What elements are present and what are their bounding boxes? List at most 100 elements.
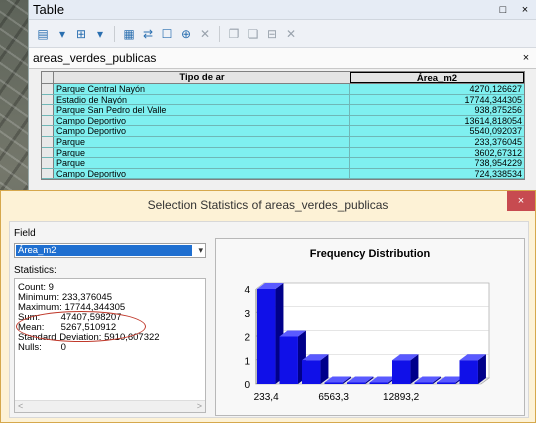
row-selector[interactable] xyxy=(42,115,54,126)
cell-tipo: Parque San Pedro del Valle xyxy=(54,105,350,115)
stat-key: Minimum: xyxy=(18,292,60,303)
table-options-icon[interactable]: ▤ xyxy=(35,26,51,42)
stats-horizontal-scrollbar[interactable]: < > xyxy=(15,400,205,412)
delete-field-icon[interactable]: ✕ xyxy=(283,26,299,42)
column-header-tipo[interactable]: Tipo de ar xyxy=(54,72,350,83)
table-window: Table □ × ▤ ▾ ⊞ ▾ ▦ ⇄ ☐ ⊕ ✕ ❐ ❏ ⊟ ✕ areas_verdes_pub… xyxy=(28,0,536,196)
stat-value: 9 xyxy=(48,282,54,293)
row-selector[interactable] xyxy=(42,158,54,168)
cell-area: 3602,67312 xyxy=(474,147,522,158)
x-tick-label: 12893,2 xyxy=(383,392,420,403)
stat-line: Count: 9 xyxy=(18,283,54,293)
cell-tipo: Parque Central Nayón xyxy=(54,84,350,94)
clear-selection-icon[interactable]: ☐ xyxy=(159,26,175,42)
bar xyxy=(302,360,321,384)
table-row[interactable]: Estadio de Nayón 17744,344305 xyxy=(42,94,524,106)
field-label: Field xyxy=(14,228,36,239)
field-selected-value: Área_m2 xyxy=(16,245,192,256)
stat-line: Nulls: 0 xyxy=(18,343,66,353)
restore-button[interactable]: □ xyxy=(492,4,514,16)
dialog-close-button[interactable]: × xyxy=(507,191,535,211)
cell-tipo: Campo Deportivo xyxy=(54,115,350,126)
chart-title: Frequency Distribution xyxy=(310,248,431,260)
select-by-attributes-icon[interactable]: ▦ xyxy=(121,26,137,42)
x-tick-label: 6563,3 xyxy=(318,392,349,403)
bar xyxy=(437,382,456,384)
stat-value: 233,376045 xyxy=(61,292,113,303)
table-header: Tipo de ar Área_m2 xyxy=(42,72,524,84)
x-tick-label: 233,4 xyxy=(254,392,279,403)
paste-icon[interactable]: ❏ xyxy=(245,26,261,42)
cell-tipo: Estadio de Nayón xyxy=(54,94,350,105)
cell-tipo: Parque xyxy=(54,158,350,168)
dropdown-icon[interactable]: ▾ xyxy=(54,26,70,42)
row-selector[interactable] xyxy=(42,147,54,158)
frequency-chart: Frequency Distribution 0 1 2 3 4 233,4 6563,3 12… xyxy=(244,248,490,403)
row-selector[interactable] xyxy=(42,94,54,105)
bar xyxy=(279,336,298,384)
table-window-titlebar[interactable]: Table □ × xyxy=(29,0,536,20)
table-row[interactable]: Parque 738,954229 xyxy=(42,158,524,169)
y-tick-label: 4 xyxy=(244,285,250,296)
row-selector[interactable] xyxy=(42,105,54,115)
bar xyxy=(392,360,411,384)
table-tab-label: areas_verdes_publicas xyxy=(33,51,157,65)
zoom-selected-icon[interactable]: ⊕ xyxy=(178,26,194,42)
delete-selected-icon[interactable]: ✕ xyxy=(197,26,213,42)
row-selector[interactable] xyxy=(42,136,54,147)
cell-tipo: Campo Deportivo xyxy=(54,126,350,136)
table-tab[interactable]: areas_verdes_publicas × xyxy=(29,48,536,69)
header-row-selector[interactable] xyxy=(42,72,54,83)
cell-area: 724,338534 xyxy=(474,168,522,179)
table-row[interactable]: Parque San Pedro del Valle 938,875256 xyxy=(42,105,524,116)
cell-area: 4270,126627 xyxy=(469,84,522,94)
stat-key: Nulls: xyxy=(18,342,42,353)
table-row[interactable]: Parque 3602,67312 xyxy=(42,147,524,159)
table-row[interactable]: Parque Central Nayón 4270,126627 xyxy=(42,84,524,95)
copy-icon[interactable]: ❐ xyxy=(226,26,242,42)
bar xyxy=(414,382,433,384)
sum-mean-highlight-ellipse xyxy=(16,311,146,342)
selection-statistics-dialog: Selection Statistics of areas_verdes_pub… xyxy=(0,190,536,423)
column-header-area[interactable]: Área_m2 xyxy=(350,72,524,84)
dropdown-icon-2[interactable]: ▾ xyxy=(92,26,108,42)
scroll-right-icon[interactable]: > xyxy=(197,401,202,412)
statistics-box: Nulls: 0 Standard Deviation: 5910,607322 M… xyxy=(14,278,206,413)
y-tick-label: 1 xyxy=(244,356,250,367)
stat-key: Count: xyxy=(18,282,46,293)
toolbar-separator xyxy=(219,25,220,42)
field-dropdown[interactable]: Área_m2 ▾ xyxy=(14,243,206,258)
bar xyxy=(369,382,388,384)
switch-selection-icon[interactable]: ⇄ xyxy=(140,26,156,42)
cell-area: 938,875256 xyxy=(474,105,522,116)
stat-line: Minimum: 233,376045 xyxy=(18,293,112,303)
add-field-icon[interactable]: ⊟ xyxy=(264,26,280,42)
row-selector[interactable] xyxy=(42,126,54,136)
table-toolbar: ▤ ▾ ⊞ ▾ ▦ ⇄ ☐ ⊕ ✕ ❐ ❏ ⊟ ✕ xyxy=(29,20,536,48)
related-tables-icon[interactable]: ⊞ xyxy=(73,26,89,42)
dialog-titlebar[interactable]: Selection Statistics of areas_verdes_pub… xyxy=(1,191,535,219)
frequency-chart-panel: Frequency Distribution 0 1 2 3 4 233,4 6563,3 12… xyxy=(215,238,525,416)
cell-tipo: Parque xyxy=(54,136,350,147)
row-selector[interactable] xyxy=(42,84,54,94)
row-selector[interactable] xyxy=(42,168,54,179)
attribute-table: Tipo de ar Área_m2 Parque Central Nayón 4… xyxy=(41,71,525,181)
y-tick-label: 2 xyxy=(244,333,250,344)
y-tick-label: 0 xyxy=(244,380,250,391)
chevron-down-icon[interactable]: ▾ xyxy=(198,244,203,257)
bar xyxy=(257,289,276,384)
bar xyxy=(347,382,366,384)
cell-tipo: Parque xyxy=(54,147,350,158)
table-row[interactable]: Campo Deportivo 724,338534 xyxy=(42,168,524,180)
scroll-left-icon[interactable]: < xyxy=(18,401,23,412)
table-row[interactable]: Campo Deportivo 5540,092037 xyxy=(42,126,524,137)
cell-area: 13614,818054 xyxy=(464,115,522,126)
table-row[interactable]: Parque 233,376045 xyxy=(42,136,524,148)
cell-area: 233,376045 xyxy=(474,136,522,147)
statistics-label: Statistics: xyxy=(14,265,57,276)
table-window-title: Table xyxy=(33,2,65,17)
bar xyxy=(459,360,478,384)
table-row[interactable]: Campo Deportivo 13614,818054 xyxy=(42,115,524,127)
close-tab-icon[interactable]: × xyxy=(516,52,536,64)
close-table-button[interactable]: × xyxy=(514,4,536,16)
